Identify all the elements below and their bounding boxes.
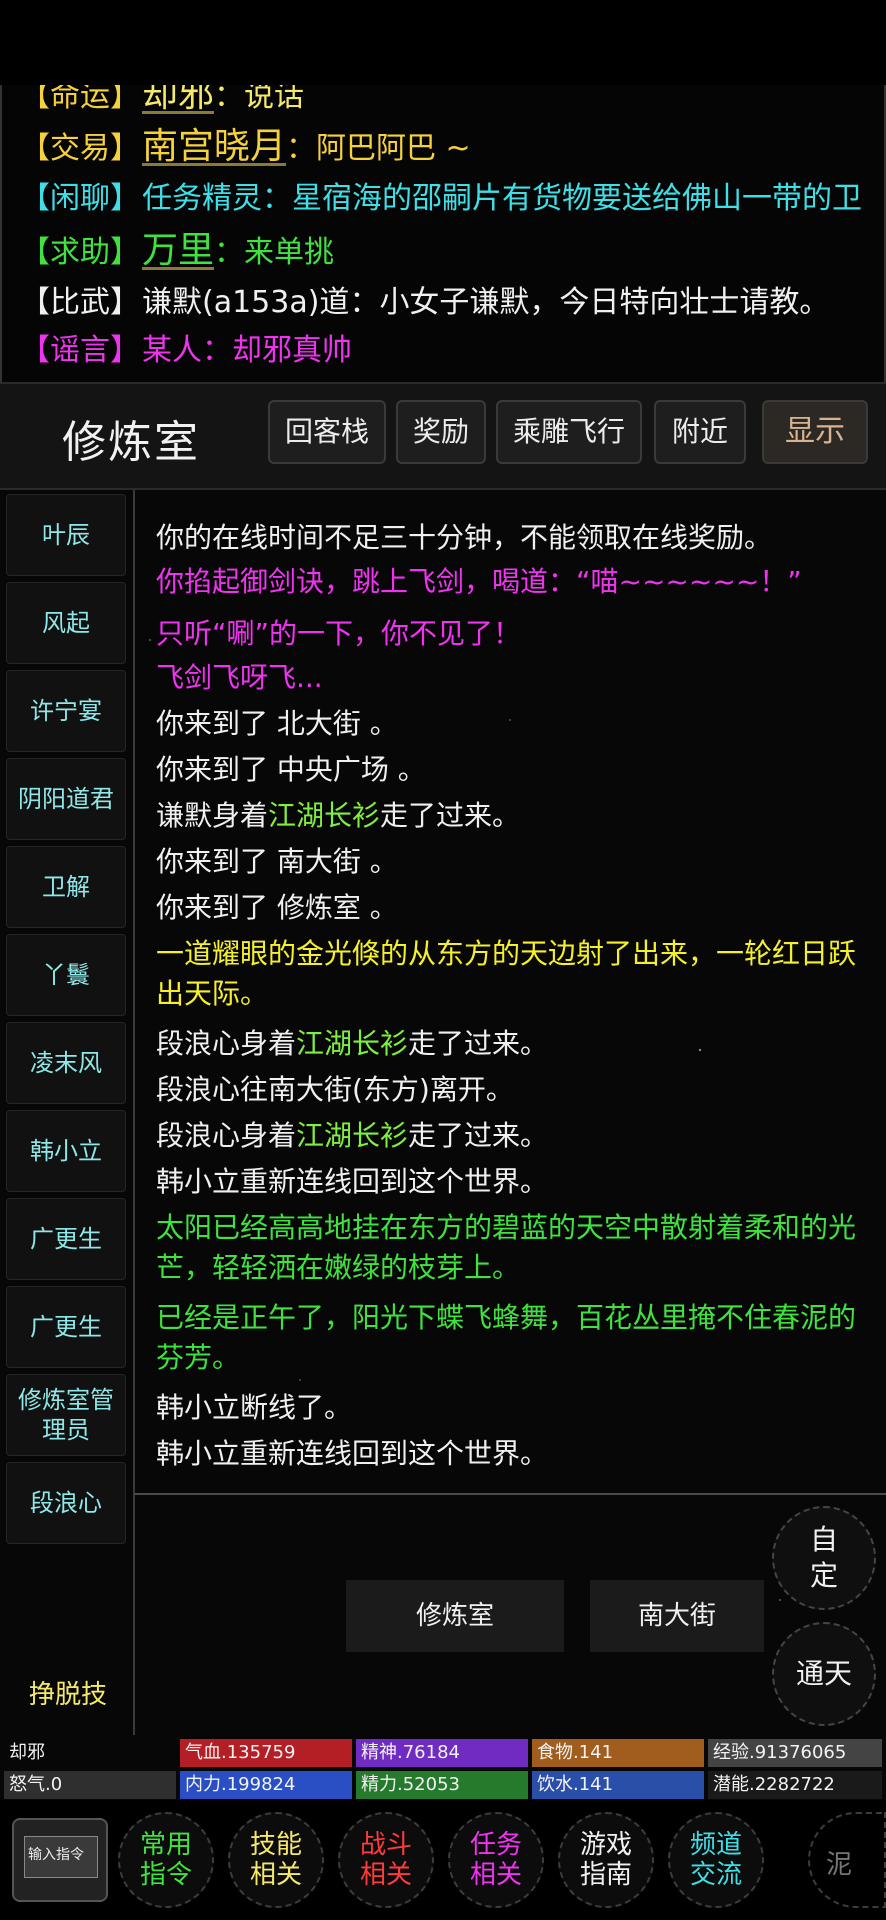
log-line: 你掐起御剑诀，跳上飞剑，喝道：“喵~~~~~~！” [156,565,802,598]
npc-item[interactable]: 广更生 [6,1286,126,1368]
chat-speaker[interactable]: 谦默(a153a)道 [142,285,349,320]
exit-nandajie[interactable]: 南大街 [590,1580,764,1652]
nav-common-commands[interactable]: 常用指令 [118,1812,214,1908]
nav-combat[interactable]: 战斗相关 [338,1812,434,1908]
log-line: 段浪心身着江湖长衫走了过来。 [156,1119,549,1152]
location-title: 修炼室 [62,417,200,468]
reward-button[interactable]: 奖励 [396,400,486,464]
escape-skill-button[interactable]: 挣脱技 [14,1663,122,1727]
log-line: 谦默身着江湖长衫走了过来。 [156,799,521,832]
npc-item[interactable]: 许宁宴 [6,670,126,752]
chat-line-trade: 【交易】南宫晓月：阿巴阿巴 ~ [20,126,471,167]
chat-speaker[interactable]: 任务精灵 [142,181,262,216]
npc-item[interactable]: 丫鬟 [6,934,126,1016]
log-line: 韩小立重新连线回到这个世界。 [156,1437,549,1470]
item-link[interactable]: 江湖长衫 [268,799,380,832]
return-inn-button[interactable]: 回客栈 [268,400,386,464]
status-bar [0,0,886,85]
stat-neili: 内力.199824 [180,1771,352,1799]
player-name: 却邪 [9,1742,45,1763]
game-logo-button[interactable]: 泥 [808,1812,886,1908]
log-line: 一道耀眼的金光倏的从东方的天边射了出来，一轮红日跃出天际。 [156,937,857,1010]
chat-tag: 【闲聊】 [20,181,140,216]
npc-list: 叶辰 风起 许宁宴 阴阳道君 卫解 丫鬟 凌末风 韩小立 广更生 广更生 修炼室… [0,490,132,1735]
log-line: 你来到了 南大街 。 [156,845,398,878]
npc-item[interactable]: 修炼室管理员 [6,1374,126,1456]
column-divider [133,490,135,1735]
chat-line-fate: 【命运】却邪：说话 [20,85,304,117]
nav-guide[interactable]: 游戏指南 [558,1812,654,1908]
tongtian-button[interactable]: 通天 [772,1622,876,1726]
chat-text: 星宿海的邵嗣片有货物要送给佛山一带的卫 [292,181,862,216]
npc-item[interactable]: 凌末风 [6,1022,126,1104]
nearby-button[interactable]: 附近 [654,400,746,464]
chat-speaker[interactable]: 万里 [142,230,214,271]
chat-speaker[interactable]: 却邪 [142,85,214,115]
exit-xiulianshi[interactable]: 修炼室 [346,1580,564,1652]
stat-nuqi: 怒气.0 [4,1771,176,1799]
npc-item[interactable]: 广更生 [6,1198,126,1280]
message-log[interactable]: 你的在线时间不足三十分钟，不能领取在线奖励。 你掐起御剑诀，跳上飞剑，喝道：“喵… [140,490,880,1490]
logo-icon: 泥 [826,1850,853,1880]
log-line: 只听“唰”的一下，你不见了！ [156,617,522,650]
display-button[interactable]: 显示 [762,400,868,464]
chat-speaker[interactable]: 某人 [142,333,202,368]
log-line: 你来到了 修炼室 。 [156,891,398,924]
chat-tag: 【谣言】 [20,333,140,368]
log-line: 段浪心往南大街(东方)离开。 [156,1073,514,1106]
npc-item[interactable]: 阴阳道君 [6,758,126,840]
log-line: 你来到了 中央广场 。 [156,753,426,786]
stat-qixue: 气血.135759 [180,1739,352,1767]
log-divider [134,1493,886,1495]
npc-item[interactable]: 段浪心 [6,1462,126,1544]
log-line: 飞剑飞呀飞... [156,661,323,694]
chat-tag: 【命运】 [20,85,140,114]
chat-text: 阿巴阿巴 ~ [316,131,471,166]
command-input-button[interactable]: 输入指令 [12,1818,108,1902]
chat-line-rumor: 【谣言】某人：却邪真帅 [20,333,352,368]
stat-jingyan: 经验.91376065 [708,1739,882,1767]
location-bar: 修炼室 回客栈 奖励 乘雕飞行 附近 显示 [0,382,886,490]
nav-quests[interactable]: 任务相关 [448,1812,544,1908]
stat-shiwu: 食物.141 [532,1739,704,1767]
npc-item[interactable]: 叶辰 [6,494,126,576]
npc-item[interactable]: 风起 [6,582,126,664]
chat-line-help: 【求助】万里：来单挑 [20,230,335,271]
stat-yinshui: 饮水.141 [532,1771,704,1799]
log-line: 太阳已经高高地挂在东方的碧蓝的天空中散射着柔和的光芒，轻轻洒在嫩绿的枝芽上。 [156,1211,857,1284]
chat-tag: 【比武】 [20,285,140,320]
nav-skills[interactable]: 技能相关 [228,1812,324,1908]
chat-tag: 【交易】 [20,131,140,166]
chat-text: 说话 [244,85,305,114]
log-line: 你的在线时间不足三十分钟，不能领取在线奖励。 [156,521,773,554]
stat-jingshen: 精神.76184 [356,1739,528,1767]
npc-item[interactable]: 韩小立 [6,1110,126,1192]
stat-jingli: 精力.52053 [356,1771,528,1799]
eagle-flight-button[interactable]: 乘雕飞行 [496,400,642,464]
custom-button[interactable]: 自定 [772,1506,876,1610]
log-line: 韩小立重新连线回到这个世界。 [156,1165,549,1198]
chat-text: 却邪真帅 [232,333,352,368]
item-link[interactable]: 江湖长衫 [296,1027,408,1060]
bottom-nav: 输入指令 常用指令 技能相关 战斗相关 任务相关 游戏指南 频道交流 泥 [0,1800,886,1920]
chat-tag: 【求助】 [20,235,140,270]
item-link[interactable]: 江湖长衫 [296,1119,408,1152]
log-line: 段浪心身着江湖长衫走了过来。 [156,1027,549,1060]
log-line: 你来到了 北大街 。 [156,707,398,740]
chat-line-duel: 【比武】谦默(a153a)道：小女子谦默，今日特向壮士请教。 [20,285,830,320]
chat-line-chat: 【闲聊】任务精灵：星宿海的邵嗣片有货物要送给佛山一带的卫 [20,181,862,216]
nav-channels[interactable]: 频道交流 [668,1812,764,1908]
chat-speaker[interactable]: 南宫晓月 [142,126,286,167]
log-line: 已经是正午了，阳光下蝶飞蜂舞，百花丛里掩不住春泥的芬芳。 [156,1301,857,1374]
chat-text: 小女子谦默，今日特向壮士请教。 [379,285,830,320]
stat-qianneng: 潜能.2282722 [708,1771,882,1799]
log-line: 韩小立断线了。 [156,1391,353,1424]
npc-item[interactable]: 卫解 [6,846,126,928]
chat-panel[interactable]: 【命运】却邪：说话 【交易】南宫晓月：阿巴阿巴 ~ 【闲聊】任务精灵：星宿海的邵… [0,85,886,382]
chat-text: 来单挑 [244,235,335,270]
